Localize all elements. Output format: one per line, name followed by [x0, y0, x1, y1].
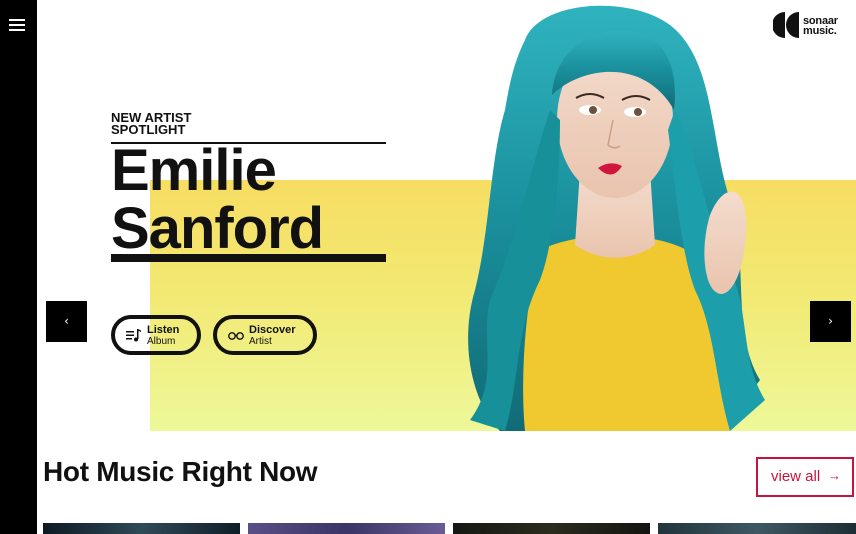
album-thumbnail[interactable]	[658, 523, 856, 534]
album-thumbnail[interactable]	[453, 523, 650, 534]
album-sublabel: Album	[147, 336, 176, 347]
next-slide-button[interactable]: ›	[810, 301, 851, 342]
view-all-button[interactable]: view all →	[756, 457, 854, 497]
album-thumbnail[interactable]	[43, 523, 240, 534]
artist-sublabel: Artist	[249, 336, 272, 347]
artist-first-name: Emilie	[111, 138, 277, 203]
view-all-label: view all	[771, 468, 821, 485]
artist-name: Emilie Sanford	[111, 142, 411, 258]
hamburger-menu-icon[interactable]	[9, 19, 25, 32]
discover-label: Discover	[249, 324, 296, 336]
logo-wordmark: sonaar music.	[803, 16, 838, 37]
artist-last-name: Sanford	[111, 196, 324, 261]
listen-label: Listen	[147, 324, 180, 336]
prev-slide-button[interactable]: ‹	[46, 301, 87, 342]
sonaar-logo-mark-icon	[773, 12, 799, 38]
chevron-right-icon: ›	[828, 314, 833, 328]
hero-kicker: NEW ARTIST SPOTLIGHT	[111, 111, 251, 137]
name-underline	[111, 254, 386, 262]
glasses-icon	[228, 332, 244, 340]
section-title: Hot Music Right Now	[43, 456, 318, 487]
discover-artist-button[interactable]: Discover Artist	[213, 315, 317, 355]
album-thumbnail[interactable]	[248, 523, 445, 534]
artist-photo	[468, 5, 765, 431]
hero-kicker-line-2: SPOTLIGHT	[111, 122, 186, 137]
sonaar-logo[interactable]: sonaar music.	[773, 11, 843, 39]
music-list-icon	[126, 329, 141, 342]
arrow-right-icon: →	[828, 468, 841, 483]
logo-line-2: music.	[803, 25, 837, 37]
chevron-left-icon: ‹	[64, 314, 69, 328]
listen-album-button[interactable]: Listen Album	[111, 315, 201, 355]
sidebar	[0, 0, 37, 534]
